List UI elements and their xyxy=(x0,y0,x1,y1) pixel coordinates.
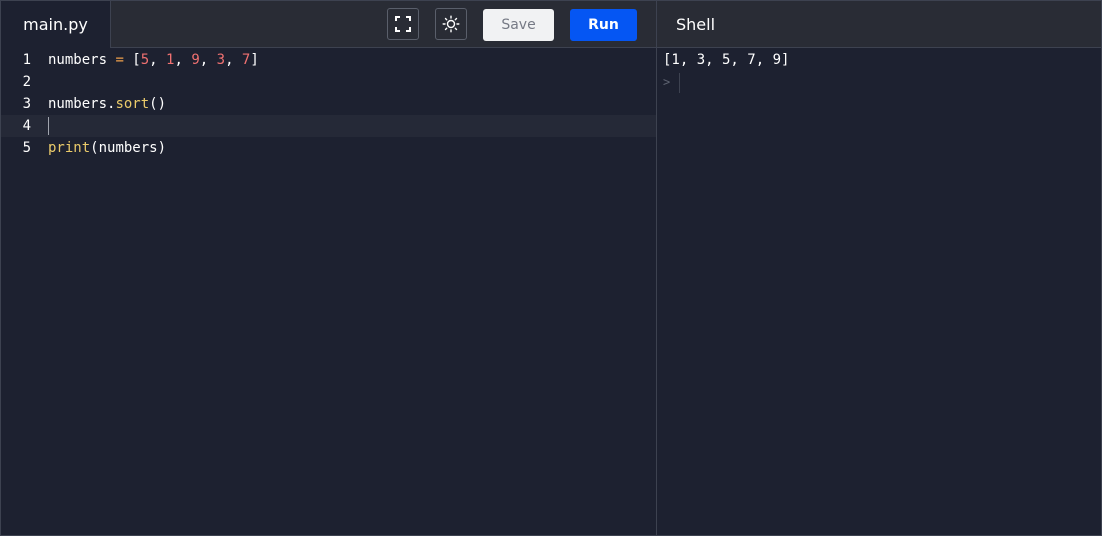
line-number: 5 xyxy=(22,140,31,156)
line-number: 1 xyxy=(22,52,31,68)
top-toolbar: main.py Save Run Shell xyxy=(1,1,1101,48)
code-token: (numbers) xyxy=(90,140,167,156)
code-token: , xyxy=(149,52,167,68)
shell-panel-title: Shell xyxy=(676,15,716,34)
code-token: sort xyxy=(115,96,150,112)
save-button[interactable]: Save xyxy=(483,9,554,41)
code-token: 9 xyxy=(191,52,200,68)
code-text: numbers = [5, 1, 9, 3, 7] xyxy=(48,49,259,71)
line-number: 2 xyxy=(22,74,31,90)
code-token: numbers xyxy=(48,52,116,68)
code-editor[interactable]: 1 numbers = [5, 1, 9, 3, 7] 2 3 numbers.sort… xyxy=(1,49,656,535)
shell-prompt-line[interactable]: > xyxy=(663,71,1101,93)
file-tab-label: main.py xyxy=(23,15,88,34)
code-line-4[interactable]: 4 xyxy=(1,115,656,137)
line-number: 4 xyxy=(22,118,31,134)
prompt-symbol: > xyxy=(663,75,671,89)
shell-output-line: [1, 3, 5, 7, 9] xyxy=(663,52,790,68)
code-token: = xyxy=(115,52,124,68)
code-token: ] xyxy=(250,52,259,68)
code-token: 5 xyxy=(140,52,150,68)
code-line-3[interactable]: 3 numbers.sort() xyxy=(1,93,656,115)
panel-divider[interactable] xyxy=(656,1,657,536)
code-line-2[interactable]: 2 xyxy=(1,71,656,93)
sun-icon xyxy=(442,15,460,33)
run-button[interactable]: Run xyxy=(570,9,637,41)
code-line-5[interactable]: 5 print(numbers) xyxy=(1,137,656,159)
online-python-ide: main.py Save Run Shell 1 numbers = [5, 1… xyxy=(0,0,1102,536)
code-token: print xyxy=(48,140,91,156)
line-number: 3 xyxy=(22,96,31,112)
code-token: , xyxy=(199,52,217,68)
file-tab-main-py[interactable]: main.py xyxy=(1,1,111,48)
fullscreen-icon xyxy=(395,16,411,32)
editor-caret xyxy=(48,117,49,135)
code-token: [ xyxy=(123,52,141,68)
shell-caret xyxy=(679,73,680,93)
code-token: , xyxy=(174,52,192,68)
code-token: () xyxy=(149,96,167,112)
code-line-1[interactable]: 1 numbers = [5, 1, 9, 3, 7] xyxy=(1,49,656,71)
fullscreen-button[interactable] xyxy=(387,8,419,40)
code-token: numbers. xyxy=(48,96,116,112)
code-text: print(numbers) xyxy=(48,137,166,159)
code-token: , xyxy=(225,52,242,68)
shell-console[interactable]: [1, 3, 5, 7, 9] > xyxy=(663,49,1101,535)
theme-toggle-button[interactable] xyxy=(435,8,467,40)
code-text: numbers.sort() xyxy=(48,93,166,115)
code-token: 3 xyxy=(216,52,226,68)
